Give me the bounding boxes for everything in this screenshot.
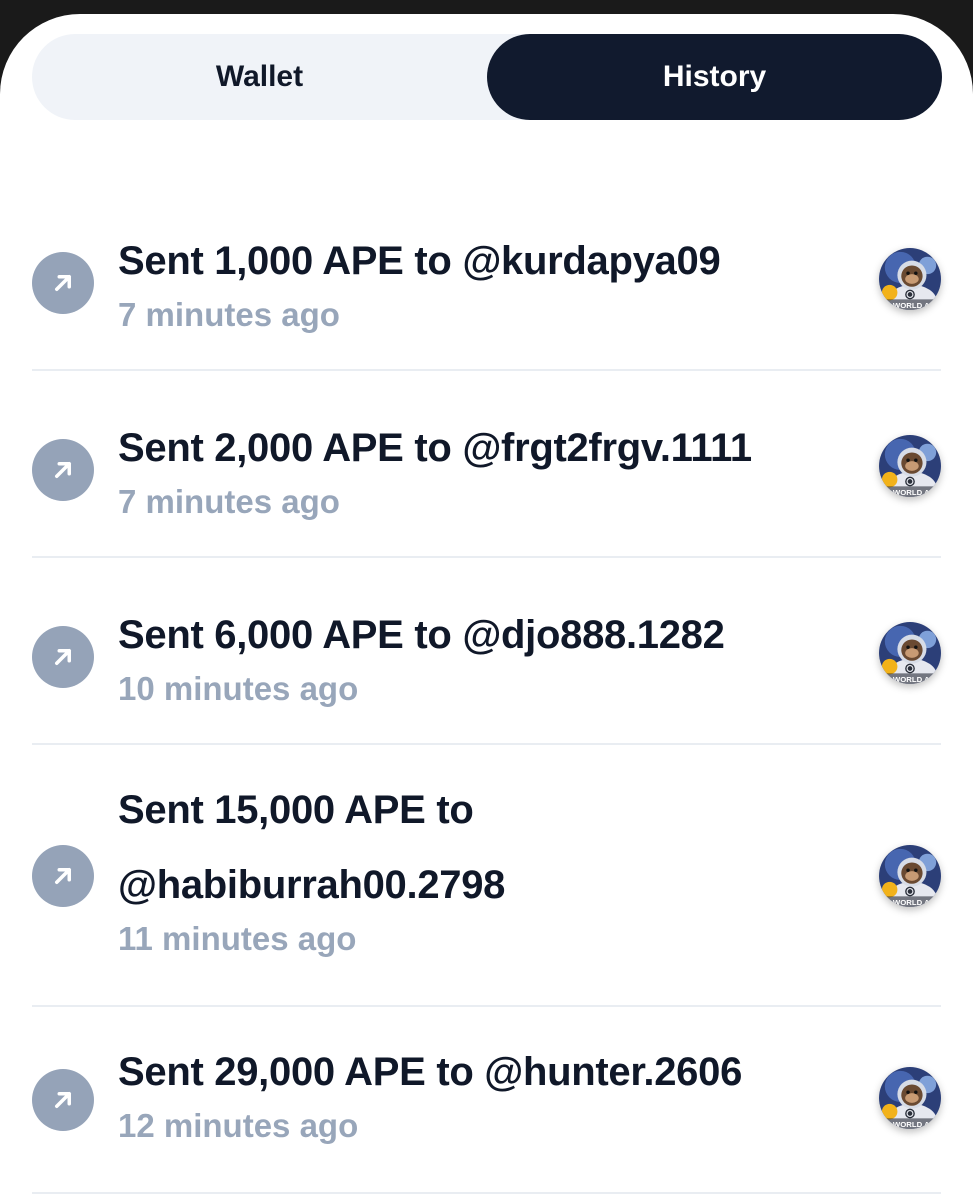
transaction-row[interactable]: Sent 2,000 APE to @frgt2frgv.1111 7 minu…: [32, 371, 941, 558]
transaction-list: Sent 1,000 APE to @kurdapya09 7 minutes …: [32, 184, 941, 1194]
svg-text:WORLD AP: WORLD AP: [893, 488, 935, 497]
transaction-time: 12 minutes ago: [118, 1107, 359, 1144]
transaction-row[interactable]: Sent 15,000 APE to @habiburrah00.2798 11…: [32, 745, 941, 1007]
transaction-time: 11 minutes ago: [118, 920, 357, 957]
sent-arrow-icon: [32, 252, 94, 314]
transaction-time: 7 minutes ago: [118, 483, 340, 520]
recipient-avatar: WORLD AP: [879, 622, 941, 684]
recipient-avatar: WORLD AP: [879, 435, 941, 497]
transaction-title: Sent 29,000 APE to @hunter.2606: [118, 1050, 743, 1094]
svg-text:WORLD AP: WORLD AP: [893, 1120, 935, 1129]
tab-history[interactable]: History: [487, 34, 942, 120]
sent-arrow-icon: [32, 845, 94, 907]
transaction-row[interactable]: Sent 1,000 APE to @kurdapya09 7 minutes …: [32, 184, 941, 371]
svg-text:WORLD AP: WORLD AP: [893, 675, 935, 684]
tab-wallet[interactable]: Wallet: [32, 34, 487, 120]
sent-arrow-icon: [32, 626, 94, 688]
transaction-title: Sent 2,000 APE to @frgt2frgv.1111: [118, 426, 752, 470]
transaction-row[interactable]: Sent 29,000 APE to @hunter.2606 12 minut…: [32, 1007, 941, 1194]
svg-text:WORLD AP: WORLD AP: [893, 301, 935, 310]
transaction-title: Sent 15,000 APE to: [118, 788, 474, 832]
transaction-title: Sent 1,000 APE to @kurdapya09: [118, 239, 721, 283]
transaction-time: 7 minutes ago: [118, 296, 340, 333]
transaction-time: 10 minutes ago: [118, 670, 359, 707]
history-sheet: Wallet History Sent 1,000 APE to @kurdap…: [0, 14, 973, 1199]
recipient-avatar: WORLD AP: [879, 845, 941, 907]
transaction-recipient: @habiburrah00.2798: [118, 863, 506, 907]
sent-arrow-icon: [32, 439, 94, 501]
recipient-avatar: WORLD AP: [879, 1067, 941, 1129]
transaction-row[interactable]: Sent 6,000 APE to @djo888.1282 10 minute…: [32, 558, 941, 745]
recipient-avatar: WORLD AP: [879, 248, 941, 310]
transaction-title: Sent 6,000 APE to @djo888.1282: [118, 613, 725, 657]
svg-text:WORLD AP: WORLD AP: [893, 898, 935, 907]
sent-arrow-icon: [32, 1069, 94, 1131]
tab-switcher: Wallet History: [32, 34, 942, 120]
